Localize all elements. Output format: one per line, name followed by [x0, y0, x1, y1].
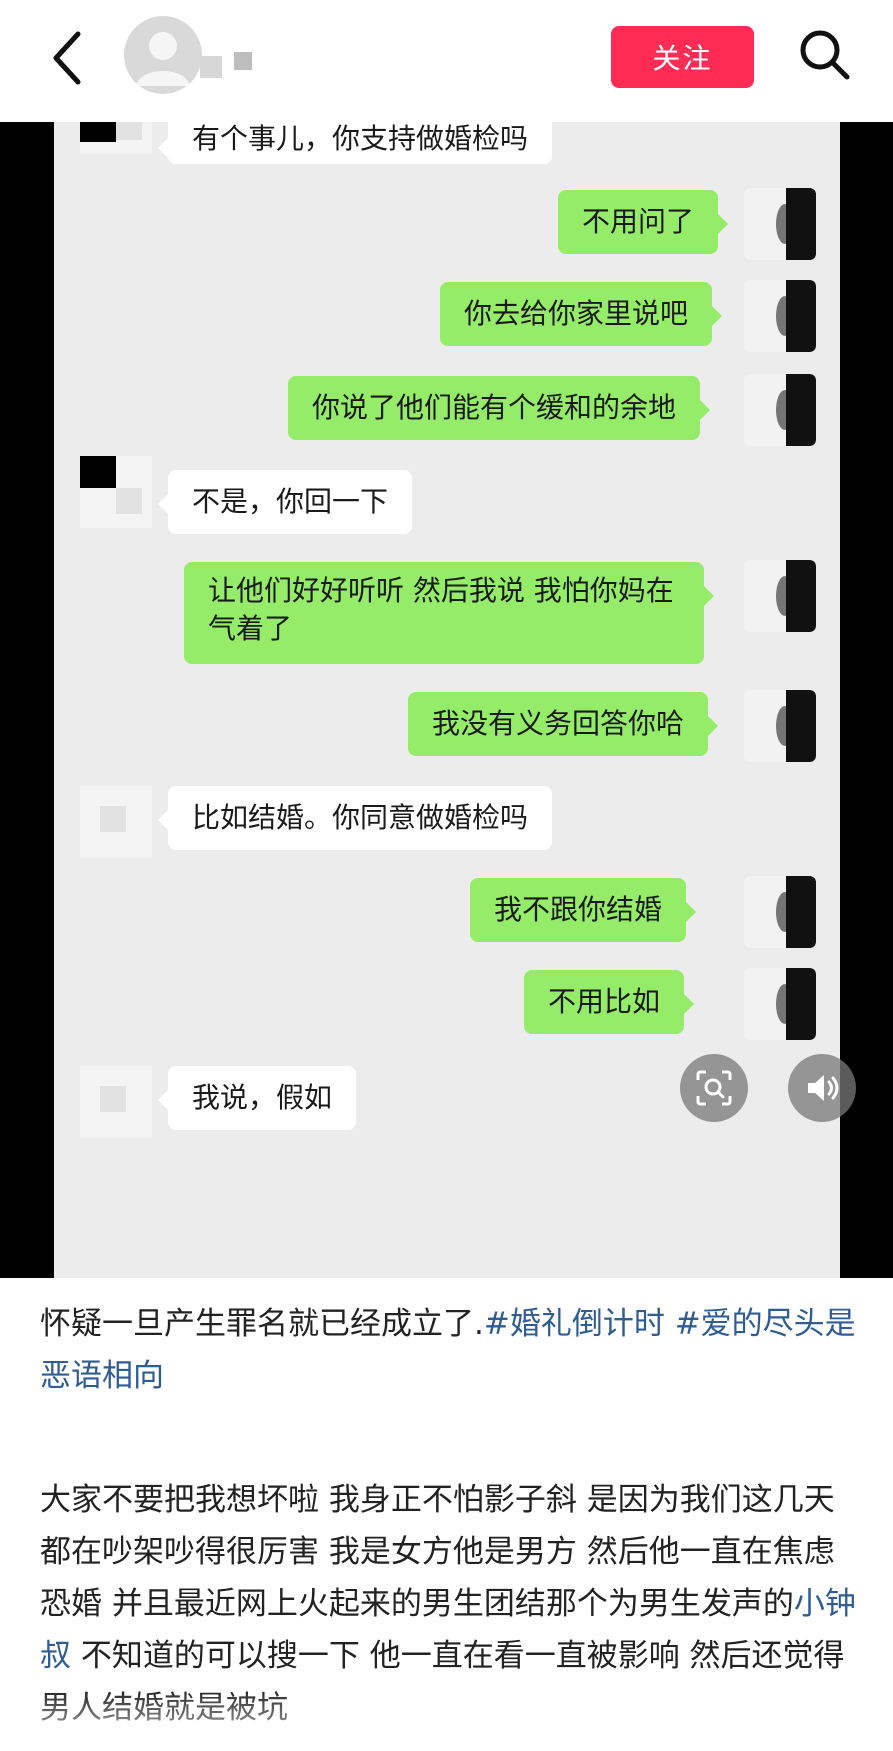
chat-bubble-outgoing: 你说了他们能有个缓和的余地	[288, 376, 711, 440]
chat-bubble-incoming: 不是，你回一下	[157, 470, 413, 534]
contact-avatar	[80, 456, 152, 528]
search-icon[interactable]	[796, 26, 852, 82]
chat-bubble-incoming: 有个事儿，你支持做婚检吗	[157, 122, 553, 164]
chat-bubble-outgoing: 我不跟你结婚	[470, 878, 697, 942]
self-avatar	[744, 690, 816, 762]
volume-icon[interactable]	[788, 1054, 856, 1122]
body-text: 大家不要把我想坏啦 我身正不怕影子斜 是因为我们这几天都在吵架吵得很厉害 我是女…	[40, 1482, 835, 1622]
self-avatar	[744, 188, 816, 260]
self-avatar	[744, 876, 816, 948]
contact-avatar	[80, 786, 152, 858]
follow-button[interactable]: 关注	[611, 26, 754, 88]
chat-bubble-incoming: 我说，假如	[157, 1066, 357, 1130]
contact-avatar	[80, 1066, 152, 1138]
hashtag-link[interactable]: #婚礼倒计时	[484, 1306, 665, 1342]
chat-bubble-outgoing: 我没有义务回答你哈	[408, 692, 719, 756]
image-search-icon[interactable]	[680, 1054, 748, 1122]
contact-avatar	[80, 122, 152, 154]
self-avatar	[744, 374, 816, 446]
content-fade	[0, 1690, 893, 1751]
chat-bubble-incoming: 比如结婚。你同意做婚检吗	[157, 786, 553, 850]
chevron-left-icon[interactable]	[44, 26, 92, 90]
self-avatar	[744, 560, 816, 632]
self-avatar	[744, 280, 816, 352]
chat-bubble-outgoing: 让他们好好听听 然后我说 我怕你妈在气着了	[184, 562, 714, 664]
post-caption: 怀疑一旦产生罪名就已经成立了.#婚礼倒计时 #爱的尽头是恶语相向	[40, 1298, 860, 1402]
chat-bubble-outgoing: 不用比如	[524, 970, 695, 1034]
self-avatar	[744, 968, 816, 1040]
top-bar: 关注	[0, 0, 893, 123]
username-blurred	[200, 56, 222, 78]
caption-text: 怀疑一旦产生罪名就已经成立了.	[40, 1306, 484, 1342]
post-image[interactable]: 有个事儿，你支持做婚检吗 不用问了 你去给你家里说吧 你说了他们能有个缓和的余地…	[0, 122, 893, 1278]
user-avatar-icon[interactable]	[124, 16, 202, 94]
chat-bubble-outgoing: 不用问了	[558, 190, 729, 254]
username-blurred	[234, 52, 252, 70]
chat-bubble-outgoing: 你去给你家里说吧	[440, 282, 723, 346]
